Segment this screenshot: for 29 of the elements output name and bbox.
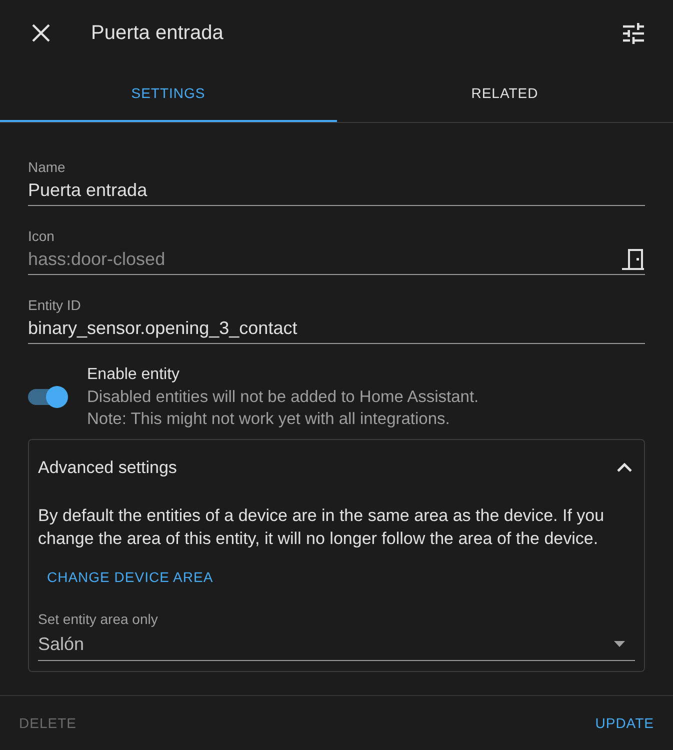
field-label: Icon (28, 228, 54, 244)
description-text: Note: This might not work yet with all integrations. (87, 409, 451, 430)
tab[interactable]: RELATED (336, 66, 673, 122)
chevron-up-icon (617, 463, 632, 472)
dropdown-arrow-icon (614, 641, 625, 647)
field-value: binary_sensor.opening_3_contact (28, 317, 298, 340)
field-label: Name (28, 159, 66, 175)
change-device-area-button[interactable]: CHANGE DEVICE AREA (38, 559, 222, 595)
field-value: Puerta entrada (28, 179, 148, 202)
description-text: Disabled entities will not be added to Home Assistant. (87, 387, 479, 408)
enable-switch[interactable] (28, 385, 68, 409)
tab[interactable]: SETTINGS (0, 66, 336, 122)
panel-title: Advanced settings (38, 456, 177, 479)
field-placeholder: hass:door-closed (28, 248, 166, 271)
area-select[interactable]: Set entity area only Salón (38, 611, 635, 661)
advanced-description: By default the entities of a device are in the same area as the device. If you change the area of this entity, it will no longer follow the area of the device. (38, 505, 606, 550)
input-field[interactable]: Icon hass:door-closed (28, 228, 645, 275)
update-button[interactable]: UPDATE (587, 705, 662, 741)
door-icon (621, 248, 645, 270)
select-value: Salón (38, 633, 84, 656)
sliders-icon (622, 22, 644, 44)
close-icon (32, 24, 50, 42)
enable-label: Enable entity (87, 365, 181, 385)
input-field[interactable]: Entity ID binary_sensor.opening_3_contact (28, 297, 645, 344)
input-field[interactable]: Name Puerta entrada (28, 159, 645, 206)
dialog-title: Puerta entrada (91, 21, 224, 46)
field-label: Entity ID (28, 297, 81, 313)
advanced-settings-header[interactable]: Advanced settings (29, 440, 644, 495)
field-label: Set entity area only (38, 611, 158, 627)
